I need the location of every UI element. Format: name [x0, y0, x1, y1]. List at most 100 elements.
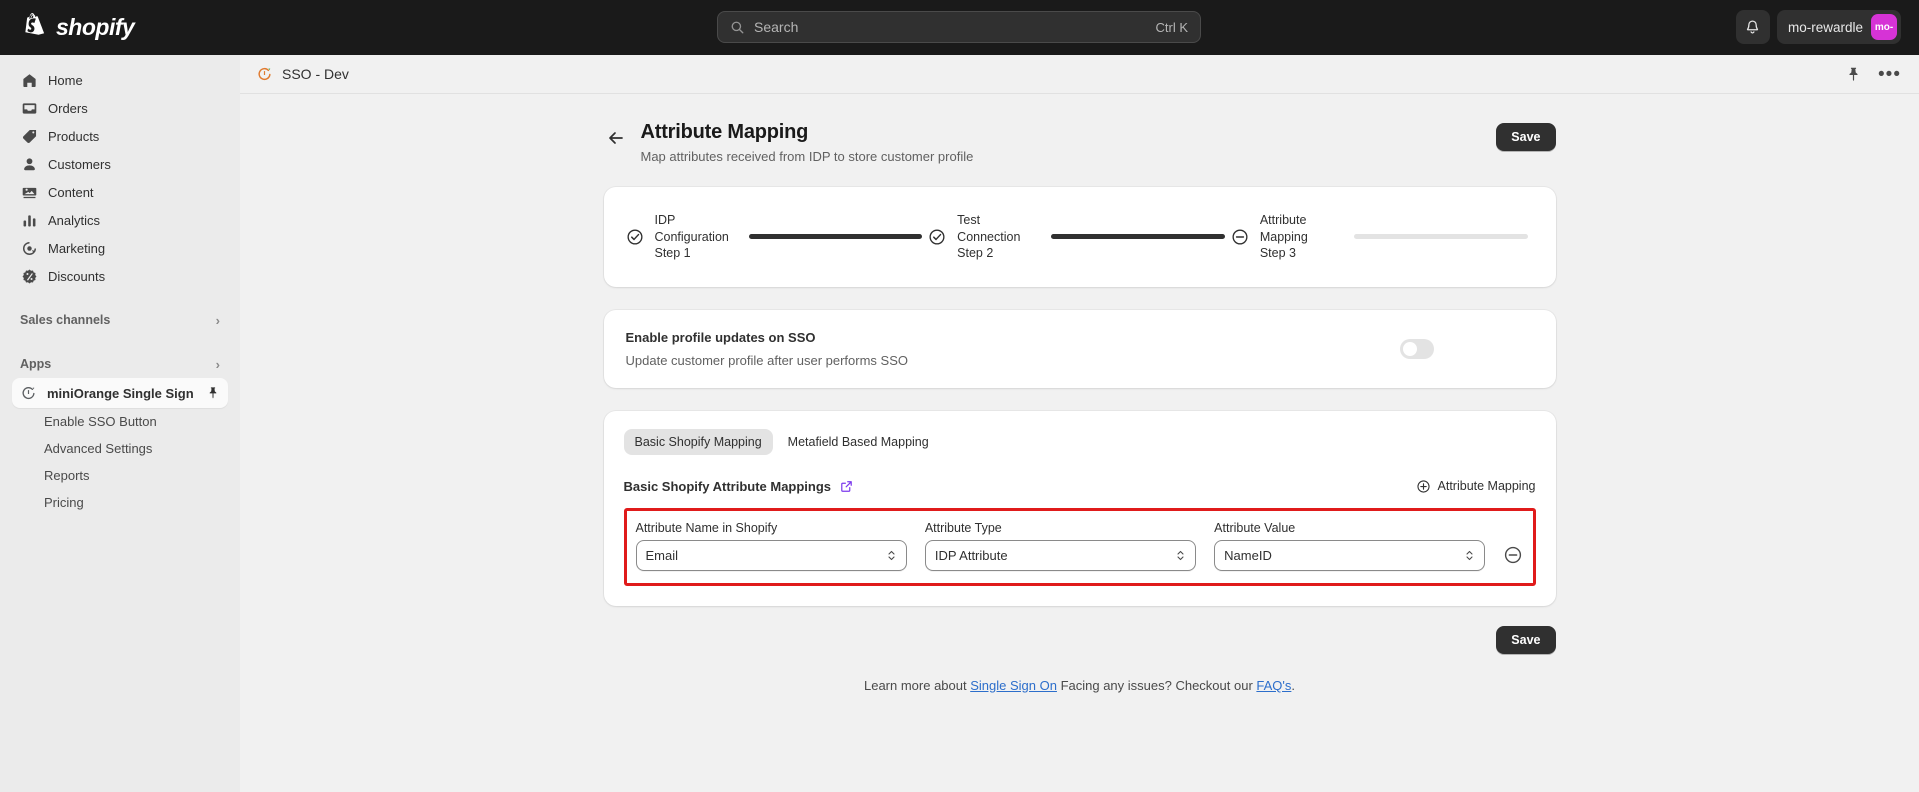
- back-arrow-icon[interactable]: [606, 128, 626, 148]
- notifications-button[interactable]: [1735, 10, 1770, 44]
- app-header-title: SSO - Dev: [282, 66, 349, 82]
- sidebar-subitem-pricing[interactable]: Pricing: [12, 489, 228, 516]
- orders-icon: [20, 99, 38, 117]
- save-button-top[interactable]: Save: [1496, 123, 1556, 151]
- sidebar-subitem-label: Enable SSO Button: [44, 414, 157, 429]
- sidebar-item-discounts[interactable]: Discounts: [12, 262, 228, 290]
- attribute-type-select[interactable]: IDP Attribute: [924, 539, 1197, 571]
- external-link-icon[interactable]: [840, 480, 853, 493]
- sidebar-subitem-label: Reports: [44, 468, 90, 483]
- sidebar-section-apps[interactable]: Apps ›: [12, 350, 228, 378]
- plus-circle-icon: [1416, 480, 1430, 493]
- step-1-progress-bar: [748, 234, 923, 240]
- footer-text-3: .: [1291, 677, 1296, 693]
- remove-mapping-row-button[interactable]: [1503, 545, 1523, 565]
- step-3-line2: Mapping: [1259, 229, 1308, 244]
- sidebar-subitem-label: Advanced Settings: [44, 441, 153, 456]
- sidebar: Home Orders Products Customers Content A…: [0, 55, 240, 792]
- mapping-tabs: Basic Shopify Mapping Metafield Based Ma…: [623, 428, 1536, 455]
- tab-metafield-based-mapping[interactable]: Metafield Based Mapping: [777, 429, 940, 455]
- sidebar-item-miniorange-single-sign[interactable]: miniOrange Single Sign: [12, 378, 228, 408]
- sidebar-label: Orders: [48, 100, 88, 116]
- shopify-brand[interactable]: shopify: [0, 13, 135, 42]
- sidebar-item-analytics[interactable]: Analytics: [12, 206, 228, 234]
- chevron-updown-icon: [1466, 550, 1474, 560]
- content-image-icon: [20, 183, 38, 201]
- enable-profile-updates-toggle[interactable]: [1399, 338, 1434, 359]
- sidebar-label: Products: [48, 128, 100, 144]
- attribute-value-select[interactable]: NameID: [1214, 539, 1486, 571]
- step-2-line2: Connection: [957, 229, 1021, 244]
- sidebar-subitem-enable-sso-button[interactable]: Enable SSO Button: [12, 408, 228, 435]
- discounts-badge-icon: [20, 267, 38, 285]
- step-2[interactable]: Test Connection Step 2: [928, 212, 1045, 262]
- marketing-target-icon: [20, 239, 38, 257]
- profile-updates-row: Enable profile updates on SSO Update cus…: [604, 310, 1556, 388]
- profile-updates-subtitle: Update customer profile after user perfo…: [625, 352, 909, 368]
- tab-basic-shopify-mapping[interactable]: Basic Shopify Mapping: [623, 428, 773, 455]
- page-subtitle: Map attributes received from IDP to stor…: [640, 149, 974, 164]
- field-attribute-value: Attribute Value NameID: [1214, 521, 1486, 571]
- single-sign-on-link[interactable]: Single Sign On: [970, 678, 1057, 693]
- profile-updates-title: Enable profile updates on SSO: [625, 329, 816, 345]
- products-tag-icon: [20, 127, 38, 145]
- search-bar[interactable]: Search Ctrl K: [717, 11, 1201, 43]
- sidebar-section-label: Sales channels: [20, 313, 111, 327]
- sidebar-section-sales-channels[interactable]: Sales channels ›: [12, 306, 228, 334]
- check-circle-icon: [929, 229, 945, 245]
- sidebar-subitem-reports[interactable]: Reports: [12, 462, 228, 489]
- page-title-row: Attribute Mapping Map attributes receive…: [604, 121, 1556, 164]
- page-title: Attribute Mapping: [640, 121, 809, 143]
- shopify-logo-icon: [25, 13, 45, 35]
- faq-link[interactable]: FAQ's: [1256, 678, 1291, 693]
- store-switcher[interactable]: mo-rewardle mo-: [1776, 10, 1901, 44]
- page-scroll-region: Attribute Mapping Map attributes receive…: [240, 94, 1919, 792]
- sidebar-label: Marketing: [48, 240, 106, 256]
- top-bar: shopify Search Ctrl K mo-rewardle mo-: [0, 0, 1919, 55]
- attribute-mapping-card: Basic Shopify Mapping Metafield Based Ma…: [603, 410, 1556, 606]
- attribute-mapping-body: Basic Shopify Mapping Metafield Based Ma…: [604, 411, 1556, 606]
- sidebar-subitem-advanced-settings[interactable]: Advanced Settings: [12, 435, 228, 462]
- sidebar-item-orders[interactable]: Orders: [12, 94, 228, 122]
- add-attribute-mapping-label: Attribute Mapping: [1437, 479, 1536, 494]
- mapping-section-header: Basic Shopify Attribute Mappings Attribu…: [624, 479, 1536, 494]
- app-header-right: •••: [1845, 65, 1901, 84]
- app-header-left: SSO - Dev: [256, 66, 349, 83]
- step-3-progress-bar: [1353, 234, 1528, 240]
- more-horizontal-icon[interactable]: •••: [1878, 65, 1901, 84]
- add-attribute-mapping-button[interactable]: Attribute Mapping: [1416, 479, 1536, 494]
- step-3[interactable]: Attribute Mapping Step 3: [1231, 212, 1348, 262]
- sidebar-item-products[interactable]: Products: [12, 122, 228, 150]
- sidebar-item-content[interactable]: Content: [12, 178, 228, 206]
- store-name-label: mo-rewardle: [1787, 19, 1863, 35]
- sidebar-item-customers[interactable]: Customers: [12, 150, 228, 178]
- field-attribute-name: Attribute Name in Shopify Email: [635, 520, 907, 571]
- attribute-mapping-row: Attribute Name in Shopify Email Attribut…: [635, 520, 1524, 571]
- sidebar-app-label: miniOrange Single Sign: [47, 385, 194, 401]
- step-1-line1: IDP: [654, 213, 676, 227]
- embedded-app-header: SSO - Dev •••: [240, 55, 1919, 94]
- pin-icon[interactable]: [206, 386, 220, 400]
- analytics-bars-icon: [20, 211, 38, 229]
- save-button-bottom[interactable]: Save: [1496, 625, 1556, 654]
- app-body: Home Orders Products Customers Content A…: [0, 55, 1919, 792]
- page-container: Attribute Mapping Map attributes receive…: [603, 94, 1556, 693]
- attribute-name-value: Email: [645, 547, 679, 563]
- customers-person-icon: [20, 155, 38, 173]
- field-label-attribute-name: Attribute Name in Shopify: [635, 520, 778, 535]
- shopify-wordmark: shopify: [56, 14, 135, 40]
- sidebar-item-marketing[interactable]: Marketing: [12, 234, 228, 262]
- sidebar-item-home[interactable]: Home: [12, 66, 228, 94]
- sidebar-subitem-label: Pricing: [44, 495, 84, 510]
- topbar-right-controls: mo-rewardle mo-: [1735, 10, 1901, 44]
- step-1-line2: Configuration: [654, 229, 729, 244]
- toggle-knob: [1402, 341, 1417, 356]
- step-1[interactable]: IDP Configuration Step 1: [626, 212, 743, 262]
- search-placeholder: Search: [754, 19, 799, 35]
- pin-icon[interactable]: [1845, 66, 1862, 83]
- attribute-mapping-row-highlight: Attribute Name in Shopify Email Attribut…: [623, 507, 1536, 586]
- step-2-line3: Step 2: [957, 246, 994, 261]
- search-icon: [731, 21, 744, 33]
- attribute-name-select[interactable]: Email: [635, 539, 907, 571]
